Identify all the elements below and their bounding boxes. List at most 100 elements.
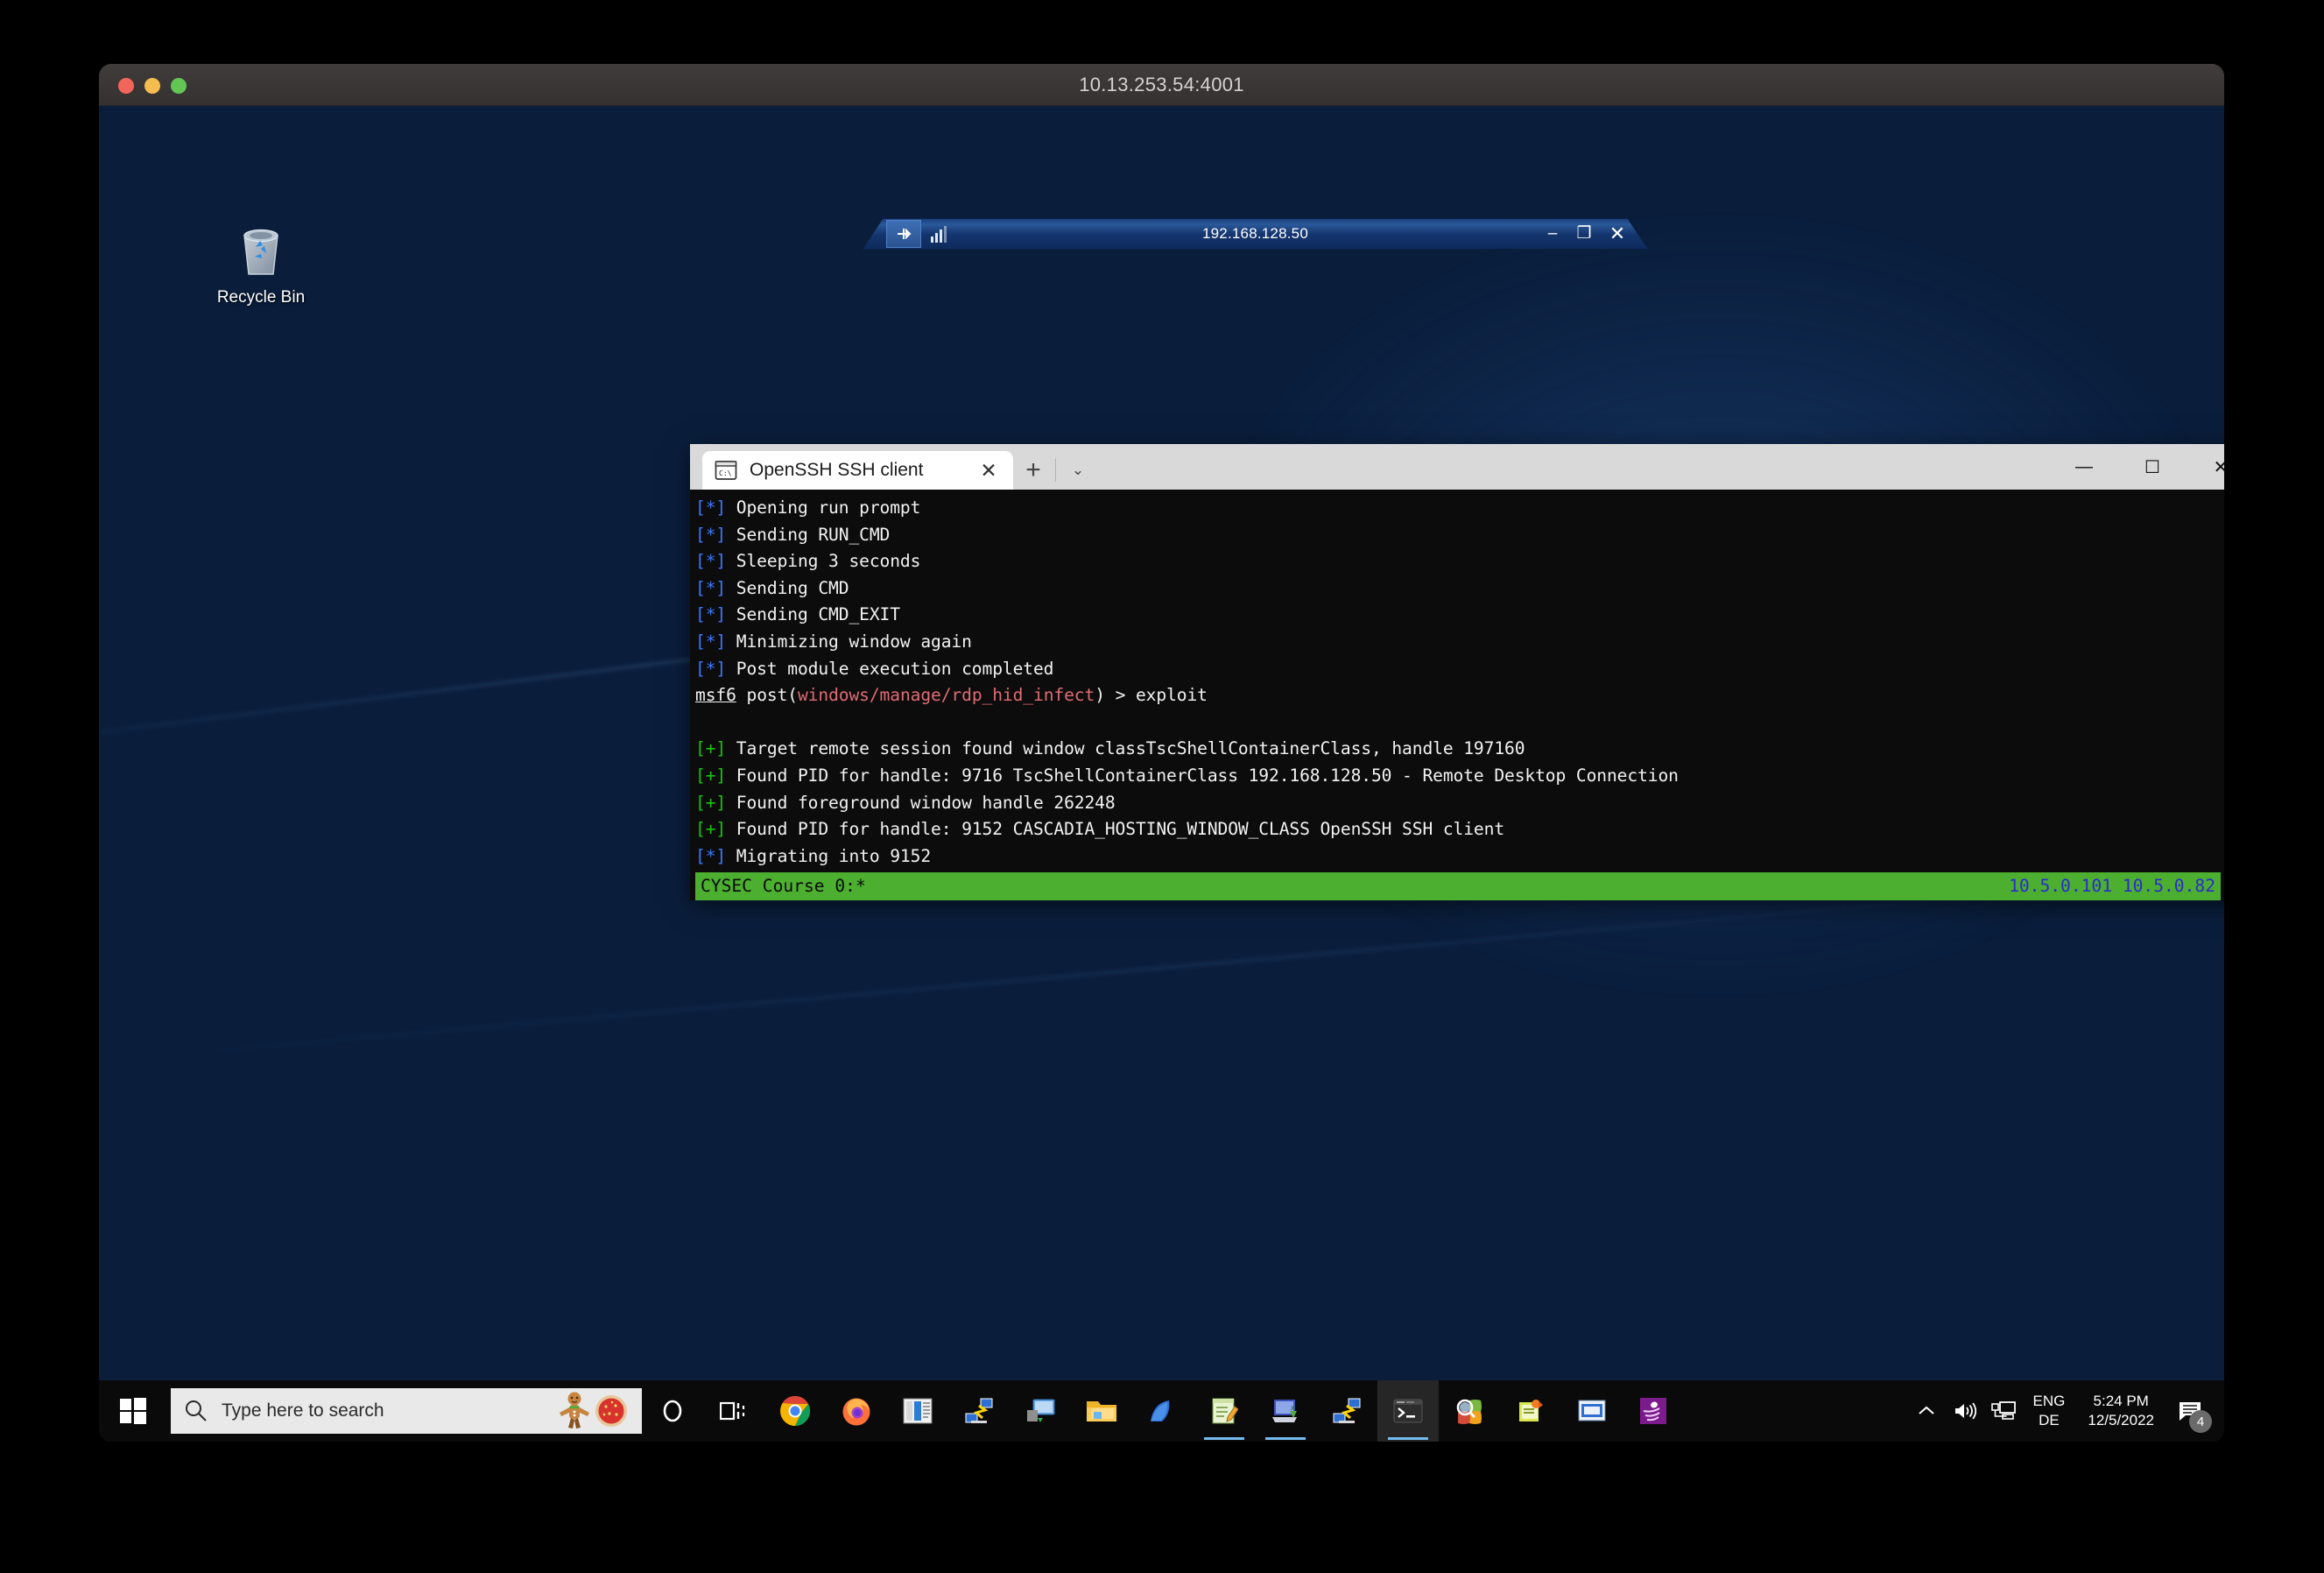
purple-app-icon: [1640, 1398, 1666, 1424]
terminal-line: [+] Found PID for handle: 9152 CASCADIA_…: [695, 819, 1505, 840]
recycle-bin-label: Recycle Bin: [216, 288, 306, 307]
terminal-output: [*] Opening run prompt [*] Sending RUN_CM…: [695, 495, 2224, 900]
recycle-bin-icon: [243, 229, 278, 275]
desktop-icon-recycle-bin[interactable]: Recycle Bin: [204, 220, 318, 307]
taskbar-item-notepad-plus[interactable]: [1194, 1380, 1255, 1442]
terminal-maximize-button[interactable]: ☐: [2118, 444, 2187, 490]
terminal-close-button[interactable]: ✕: [2187, 444, 2224, 490]
notepad-plus-icon: [1212, 1398, 1238, 1424]
rdp-bar-title: 192.168.128.50: [1202, 225, 1308, 242]
taskbar-item-cortana[interactable]: [642, 1380, 703, 1442]
start-button[interactable]: [99, 1380, 167, 1442]
taskbar-item-purple-app[interactable]: [1623, 1380, 1684, 1442]
taskbar-item-task-view[interactable]: [703, 1380, 764, 1442]
volume-icon: [1954, 1402, 1976, 1420]
terminal-minimize-button[interactable]: —: [2050, 444, 2118, 490]
search-placeholder: Type here to search: [222, 1400, 384, 1421]
chevron-down-icon[interactable]: ⌄: [1058, 451, 1098, 490]
terminal-line: [*] Post module execution completed: [695, 658, 1054, 679]
terminal-line: [*] Sleeping 3 seconds: [695, 551, 921, 572]
taskbar-item-putty[interactable]: [948, 1380, 1010, 1442]
chevron-up-icon: [1918, 1406, 1934, 1414]
system-tray: ENG DE 5:24 PM 12/5/2022 4: [1907, 1380, 2224, 1442]
terminal-line: [*] Sending RUN_CMD: [695, 524, 891, 545]
language-bottom: DE: [2039, 1412, 2060, 1428]
remote-desktop-xp-icon: x: [1272, 1400, 1297, 1422]
clock-date: 12/5/2022: [2088, 1412, 2154, 1428]
terminal-line: [+] Found PID for handle: 9716 TscShellC…: [695, 765, 1679, 786]
svg-text:x: x: [1291, 1403, 1295, 1412]
language-indicator[interactable]: ENG DE: [2023, 1392, 2076, 1430]
taskbar-item-firefox[interactable]: [826, 1380, 887, 1442]
cortana-icon: [663, 1400, 682, 1422]
terminal-window-controls: — ☐ ✕: [2050, 444, 2224, 490]
task-view-icon: [720, 1401, 745, 1421]
rdp-close-button[interactable]: ✕: [1602, 218, 1632, 250]
console-icon: C:\: [715, 461, 737, 480]
sticky-notes-icon: [903, 1398, 933, 1424]
tab-title: OpenSSH SSH client: [750, 460, 924, 480]
firefox-icon: [842, 1398, 870, 1426]
terminal-line: [*] Sending CMD_EXIT: [695, 604, 900, 625]
taskbar-item-windows-terminal[interactable]: [1377, 1380, 1439, 1442]
wireshark-icon: [1151, 1400, 1170, 1421]
tmux-hosts-label: 10.5.0.101 10.5.0.82: [2009, 876, 2215, 896]
tab-separator: [1055, 459, 1056, 482]
terminal-line: [*] Minimizing window again: [695, 631, 972, 652]
tmux-session-label: CYSEC Course 0:*: [701, 876, 866, 896]
windows-terminal-icon: [1393, 1399, 1423, 1423]
legacy-app-icon: [1519, 1400, 1543, 1421]
mac-window-title: 10.13.253.54:4001: [1079, 74, 1244, 95]
tab-close-icon[interactable]: ✕: [976, 459, 1001, 483]
search-icon: [186, 1400, 207, 1421]
terminal-window: C:\ OpenSSH SSH client ✕ + ⌄ — ☐ ✕ [*] O…: [690, 444, 2224, 900]
taskbar-item-putty-config[interactable]: [1316, 1380, 1377, 1442]
terminal-titlebar: C:\ OpenSSH SSH client ✕ + ⌄ — ☐ ✕: [690, 444, 2224, 490]
tab-openssh-ssh-client[interactable]: C:\ OpenSSH SSH client ✕: [702, 451, 1013, 490]
rdp-restore-button[interactable]: ❐: [1569, 218, 1599, 250]
taskbar-item-remote-desktop-xp[interactable]: x: [1255, 1380, 1316, 1442]
terminal-line: [*] Migrating into 9152: [695, 845, 932, 866]
remote-desktop-icon: [1027, 1399, 1055, 1422]
svg-text:C:\: C:\: [719, 469, 732, 477]
terminal-line: [+] Found foreground window handle 26224…: [695, 792, 1116, 813]
taskbar-item-window-app[interactable]: [1561, 1380, 1623, 1442]
rdp-minimize-button[interactable]: –: [1538, 218, 1567, 250]
terminal-line: [+] Target remote session found window c…: [695, 738, 1525, 759]
windows-logo-icon: [120, 1398, 146, 1424]
show-hidden-icons-button[interactable]: [1907, 1380, 1946, 1442]
windows-desktop: Recycle Bin 192.168.128.50 – ❐ ✕ C:\ Ope…: [99, 106, 2224, 1442]
network-icon: [1990, 1401, 2016, 1420]
notification-count-badge: 4: [2189, 1410, 2212, 1433]
putty-config-icon: [1333, 1398, 1361, 1423]
taskbar-item-windows-search[interactable]: [1439, 1380, 1500, 1442]
windows-taskbar: Type here to search x ENG DE 5:24 PM 12/…: [99, 1380, 2224, 1442]
terminal-body[interactable]: [*] Opening run prompt [*] Sending RUN_CM…: [690, 490, 2224, 900]
terminal-line: [*] Sending CMD: [695, 577, 849, 598]
taskbar-item-legacy-app[interactable]: [1500, 1380, 1561, 1442]
network-button[interactable]: [1984, 1380, 2023, 1442]
taskbar-item-file-explorer[interactable]: [1071, 1380, 1132, 1442]
action-center-button[interactable]: 4: [2166, 1380, 2215, 1442]
terminal-line: [*] Opening run prompt: [695, 497, 921, 518]
clock[interactable]: 5:24 PM 12/5/2022: [2075, 1392, 2166, 1430]
volume-button[interactable]: [1946, 1380, 1984, 1442]
mac-titlebar: 10.13.253.54:4001: [99, 64, 2224, 106]
new-tab-button[interactable]: +: [1013, 451, 1053, 490]
taskbar-item-wireshark[interactable]: [1132, 1380, 1194, 1442]
taskbar-item-sticky-notes[interactable]: [887, 1380, 948, 1442]
search-input[interactable]: Type here to search: [171, 1388, 642, 1434]
chrome-icon: [780, 1395, 810, 1426]
gingerbread-man-icon: [560, 1392, 589, 1428]
mac-window: 10.13.253.54:4001 Recycle Bin 192.168.12…: [99, 64, 2224, 1442]
tmux-status-bar: CYSEC Course 0:* 10.5.0.101 10.5.0.82: [695, 872, 2221, 900]
file-explorer-icon: [1087, 1401, 1116, 1421]
taskbar-item-chrome[interactable]: [764, 1380, 826, 1442]
terminal-line: msf6 post(windows/manage/rdp_hid_infect)…: [695, 685, 1208, 706]
putty-icon: [965, 1398, 993, 1423]
taskbar-item-remote-desktop[interactable]: [1010, 1380, 1071, 1442]
cookie-icon: [595, 1395, 627, 1427]
language-top: ENG: [2032, 1393, 2066, 1409]
windows-search-icon: [1456, 1399, 1482, 1424]
